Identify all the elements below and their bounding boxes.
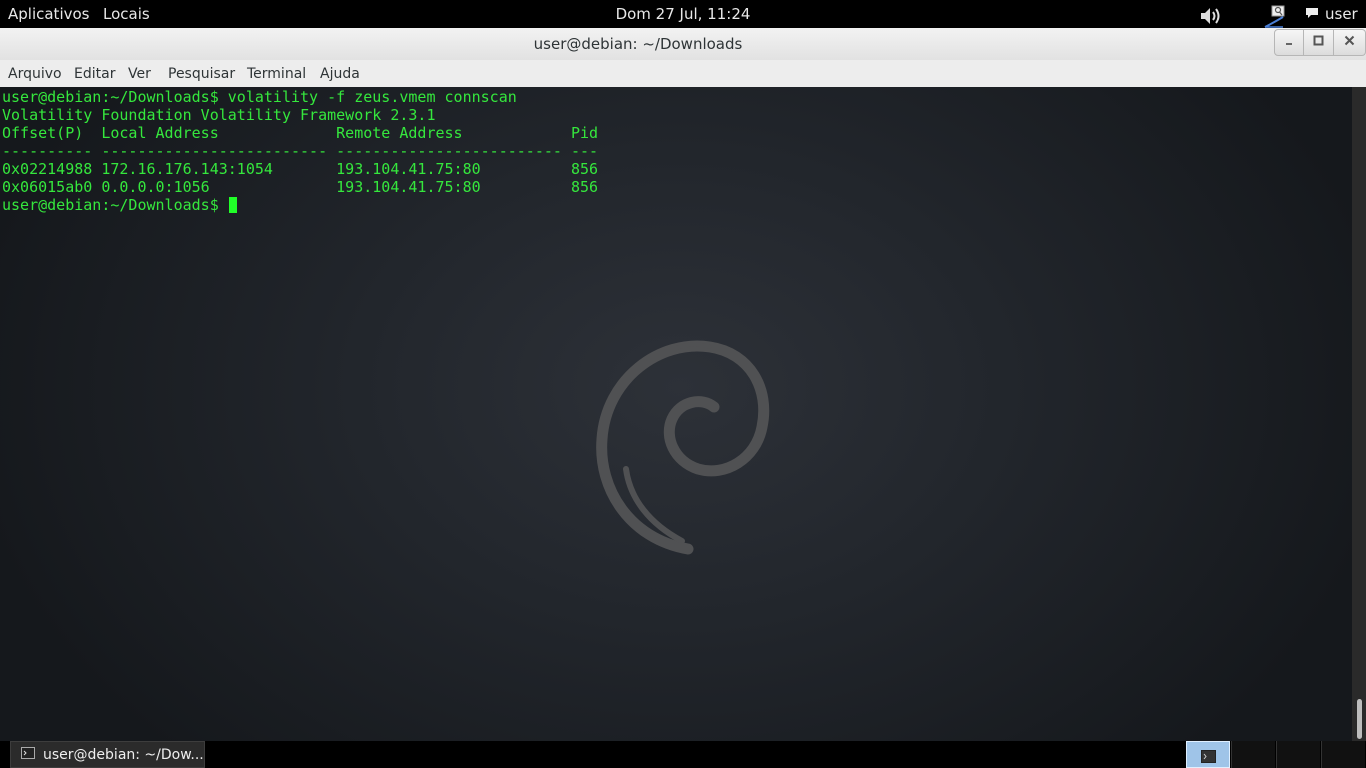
workspace-2[interactable] — [1231, 741, 1275, 768]
workspace-3[interactable] — [1276, 741, 1320, 768]
close-button[interactable] — [1334, 29, 1366, 56]
terminal-line: Offset(P) Local Address Remote Address P… — [2, 124, 599, 142]
workspace-1[interactable] — [1186, 741, 1230, 768]
menu-terminal[interactable]: Terminal — [247, 66, 306, 82]
close-icon — [1344, 35, 1355, 50]
terminal-icon — [21, 746, 35, 763]
terminal-window: user@debian: ~/Downloads Arquivo Editar … — [0, 28, 1366, 741]
terminal-icon — [1201, 748, 1216, 767]
chat-icon — [1305, 6, 1319, 24]
taskbar-window-button[interactable]: user@debian: ~/Dow... — [10, 741, 205, 768]
top-panel: Aplicativos Locais Dom 27 Jul, 11:24 use… — [0, 0, 1366, 28]
menu-editar[interactable]: Editar — [74, 66, 115, 82]
clock[interactable]: Dom 27 Jul, 11:24 — [616, 5, 751, 23]
menu-ajuda[interactable]: Ajuda — [320, 66, 360, 82]
text-cursor — [228, 197, 237, 213]
menu-arquivo[interactable]: Arquivo — [8, 66, 62, 82]
terminal-line: 0x02214988 172.16.176.143:1054 193.104.4… — [2, 160, 599, 178]
window-titlebar[interactable]: user@debian: ~/Downloads — [0, 28, 1366, 60]
bottom-panel: user@debian: ~/Dow... — [0, 741, 1366, 768]
window-title: user@debian: ~/Downloads — [533, 35, 743, 53]
terminal-line: ---------- ------------------------- ---… — [2, 142, 599, 160]
debian-logo — [596, 340, 770, 555]
terminal-line: user@debian:~/Downloads$ volatility -f z… — [2, 88, 517, 106]
user-name: user — [1325, 5, 1358, 23]
minimize-icon — [1284, 35, 1294, 50]
maximize-button[interactable] — [1304, 29, 1334, 56]
minimize-button[interactable] — [1274, 29, 1304, 56]
menubar: Arquivo Editar Ver Pesquisar Terminal Aj… — [0, 60, 1366, 87]
menu-pesquisar[interactable]: Pesquisar — [168, 66, 235, 82]
workspace-4[interactable] — [1321, 741, 1365, 768]
terminal-line: 0x06015ab0 0.0.0.0:1056 193.104.41.75:80… — [2, 178, 599, 196]
terminal-prompt: user@debian:~/Downloads$ — [2, 196, 228, 214]
scrollbar-thumb[interactable] — [1357, 699, 1362, 739]
taskbar-window-label: user@debian: ~/Dow... — [43, 746, 204, 763]
terminal-output: user@debian:~/Downloads$ volatility -f z… — [2, 88, 598, 214]
maximize-icon — [1313, 35, 1324, 50]
menu-ver[interactable]: Ver — [128, 66, 151, 82]
user-menu[interactable]: user — [1305, 5, 1358, 24]
terminal-scrollbar[interactable] — [1352, 87, 1366, 741]
terminal-line: Volatility Foundation Volatility Framewo… — [2, 106, 436, 124]
terminal-area[interactable]: user@debian:~/Downloads$ volatility -f z… — [0, 87, 1352, 741]
